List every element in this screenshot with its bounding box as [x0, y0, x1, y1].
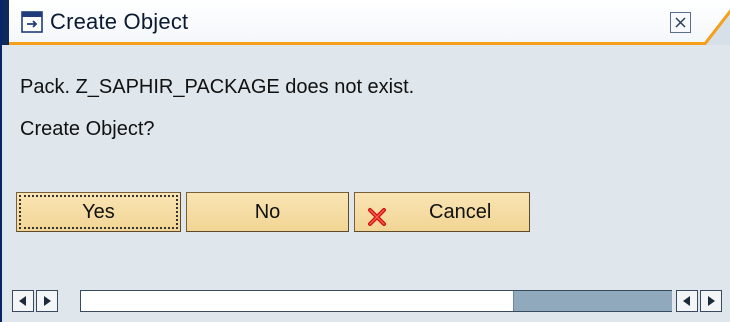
- dialog-window: Create Object Pack. Z_SAPHIR_PACKAGE doe…: [0, 0, 730, 322]
- cancel-button-label: Cancel: [429, 193, 491, 231]
- message-line-1: Pack. Z_SAPHIR_PACKAGE does not exist.: [20, 76, 414, 99]
- arrow-right-icon[interactable]: [700, 290, 722, 312]
- arrow-left-icon[interactable]: [12, 290, 34, 312]
- yes-button[interactable]: Yes: [16, 192, 181, 232]
- close-icon[interactable]: [670, 12, 691, 33]
- left-accent-bar: [2, 0, 9, 45]
- yes-button-label: Yes: [82, 201, 115, 223]
- title-bar[interactable]: Create Object: [9, 0, 730, 45]
- no-button-label: No: [255, 201, 281, 223]
- title-bar-slant: [704, 0, 730, 45]
- scrollbar-track[interactable]: [80, 290, 672, 312]
- dialog-title: Create Object: [50, 9, 188, 35]
- no-button[interactable]: No: [186, 192, 349, 232]
- message-line-2: Create Object?: [20, 118, 155, 141]
- cancel-button[interactable]: Cancel: [354, 192, 530, 232]
- arrow-right-icon[interactable]: [36, 290, 58, 312]
- create-object-icon: [21, 11, 43, 33]
- red-x-icon: [367, 202, 387, 222]
- horizontal-scrollbar[interactable]: [12, 290, 730, 312]
- scrollbar-thumb[interactable]: [513, 291, 672, 311]
- arrow-left-icon[interactable]: [676, 290, 698, 312]
